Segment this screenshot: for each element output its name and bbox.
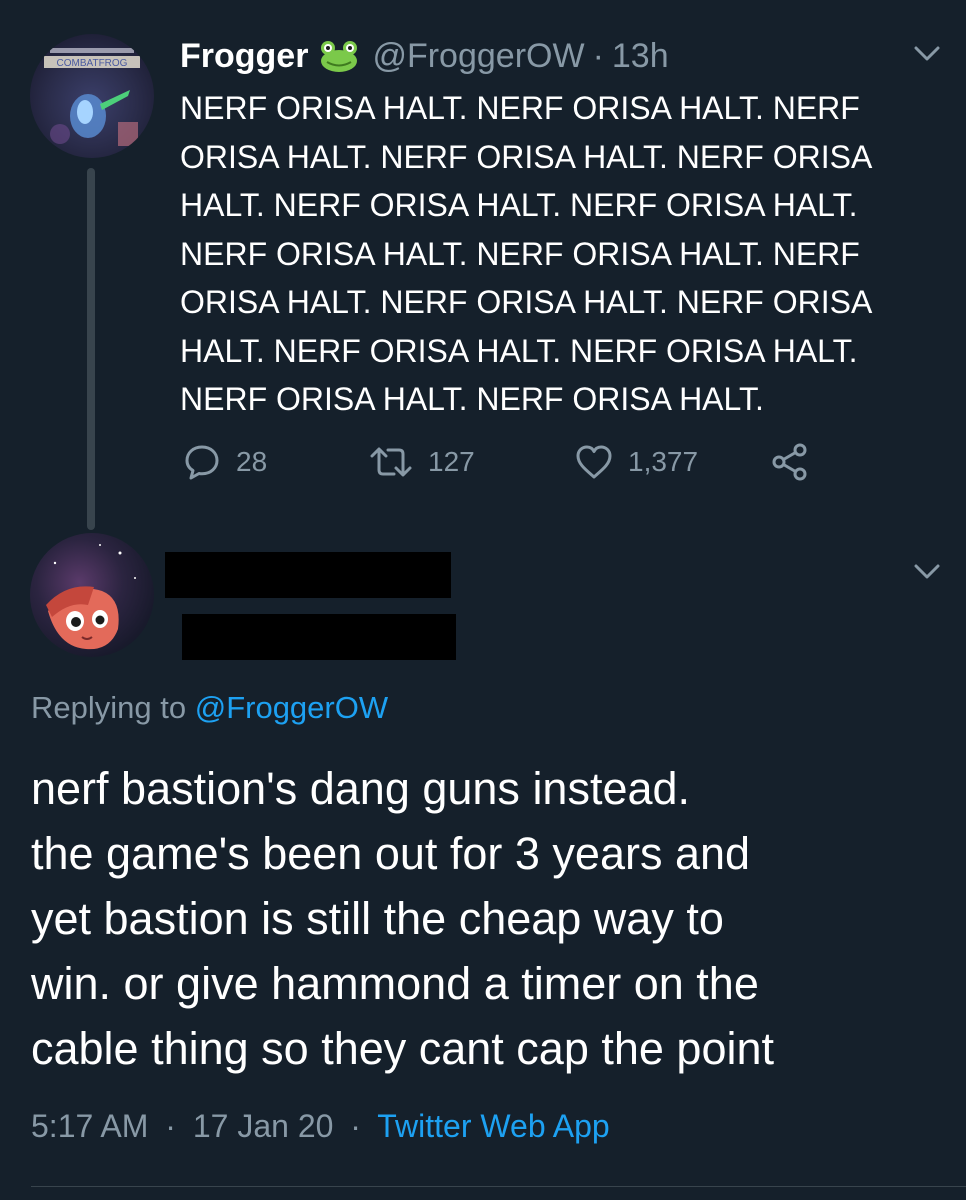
reply-text-line: win. or give hammond a timer on the [31,958,759,1009]
replying-to-handle-link[interactable]: @FroggerOW [195,690,388,725]
meta-separator: · [350,1108,361,1144]
reply-time[interactable]: 5:17 AM [31,1108,148,1144]
thread-connector-line [87,168,95,530]
replying-to-label: Replying to [31,690,195,725]
retweet-button[interactable]: 127 [368,440,475,484]
tweet-text-line: ORISA HALT. NERF ORISA HALT. NERF ORISA [180,138,873,175]
retweet-count: 127 [428,446,475,477]
tweet-timestamp[interactable]: 13h [612,37,669,76]
reply-icon [185,445,219,480]
reply-text: nerf bastion's dang guns instead. the ga… [31,756,951,1081]
author-handle[interactable]: @FroggerOW [372,37,584,76]
tweet-text-line: NERF ORISA HALT. NERF ORISA HALT. [180,381,764,417]
author-display-name[interactable]: Frogger [180,37,308,76]
redacted-handle [182,614,456,660]
tweet-text-line: NERF ORISA HALT. NERF ORISA HALT. NERF [180,90,860,126]
reply-text-line: nerf bastion's dang guns instead. [31,763,691,814]
reply-count: 28 [236,446,268,477]
like-count: 1,377 [628,446,699,477]
tweet-author-avatar[interactable]: COMBATFROG [30,34,154,158]
reply-text-line: cable thing so they cant cap the point [31,1023,775,1074]
replying-to-line: Replying to @FroggerOW [31,690,388,726]
header-separator: · [592,36,604,75]
reply-metadata: 5:17 AM · 17 Jan 20 · Twitter Web App [31,1108,610,1145]
tweet-text-line: ORISA HALT. NERF ORISA HALT. NERF ORISA [180,284,873,320]
bottom-divider [31,1186,966,1187]
reply-author-avatar[interactable] [30,533,154,657]
tweet-text-line: NERF ORISA HALT. NERF ORISA HALT. NERF [180,235,860,272]
share-button[interactable] [770,440,824,484]
reply-date[interactable]: 17 Jan 20 [193,1108,334,1144]
reply-text-line: yet bastion is still the cheap way to [31,893,724,944]
like-button[interactable]: 1,377 [574,440,698,484]
tweet-action-bar: 28 127 1,377 [182,440,822,484]
reply-text-line: the game's been out for 3 years and [31,828,751,879]
tweet-text-line: HALT. NERF ORISA HALT. NERF ORISA HALT. [180,187,858,223]
meta-separator: · [165,1108,176,1144]
redacted-display-name [165,552,451,598]
source-app-link[interactable]: Twitter Web App [377,1108,609,1144]
share-icon [772,443,807,481]
chevron-down-icon[interactable] [914,46,940,62]
frog-emoji-icon [318,39,360,73]
tweet-text-line: HALT. NERF ORISA HALT. NERF ORISA HALT. [180,332,858,369]
reply-button[interactable]: 28 [182,440,267,484]
chevron-down-icon[interactable] [914,564,940,580]
tweet-header: Frogger @FroggerOW · 13h [180,34,669,78]
tweet-text: NERF ORISA HALT. NERF ORISA HALT. NERF O… [180,84,940,424]
avatar-banner-text: COMBATFROG [57,58,128,69]
retweet-icon [370,447,412,477]
like-icon [576,445,612,479]
